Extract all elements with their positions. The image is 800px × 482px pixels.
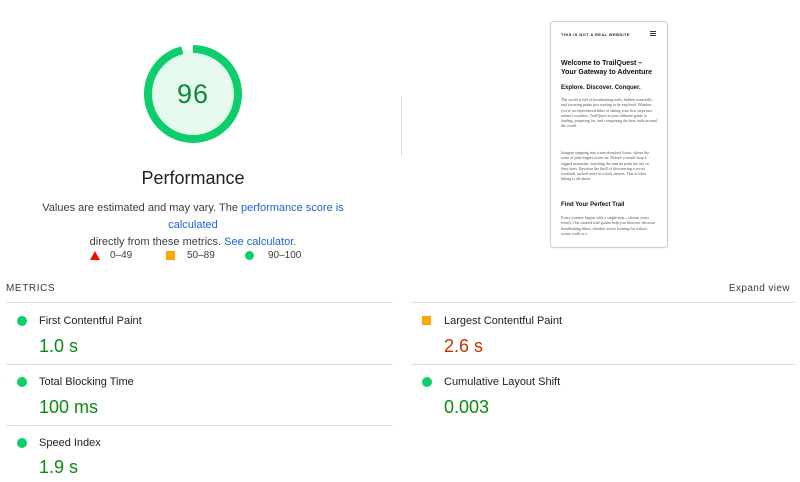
pass-circle-icon <box>17 377 27 387</box>
screenshot-section-title: Find Your Perfect Trail <box>561 202 625 208</box>
screenshot-subheading: Explore. Discover. Conquer. <box>561 85 641 91</box>
divider <box>401 96 402 156</box>
legend-pass: 90–100 <box>245 250 301 261</box>
metric-name-si: Speed Index <box>39 437 101 449</box>
screenshot-paragraph-1: The world is full of breathtaking trails… <box>561 97 657 129</box>
pass-circle-icon <box>17 438 27 448</box>
legend-average-range: 50–89 <box>187 250 215 261</box>
circle-icon <box>245 251 254 260</box>
triangle-icon <box>90 251 100 260</box>
screenshot-heading: Welcome to TrailQuest – Your Gateway to … <box>561 60 653 76</box>
expand-view-toggle[interactable]: Expand view <box>700 283 790 294</box>
screenshot-paragraph-2: Imagine stepping into a sun-drenched for… <box>561 150 649 182</box>
legend-fail-range: 0–49 <box>110 250 133 261</box>
metric-value-tbt: 100 ms <box>39 397 99 417</box>
description-text-2: directly from these metrics. <box>89 236 225 248</box>
metric-divider <box>411 364 795 365</box>
performance-score: 96 <box>176 78 210 109</box>
performance-description: Values are estimated and may vary. The p… <box>20 200 366 251</box>
metric-name-lcp: Largest Contentful Paint <box>444 315 563 327</box>
square-icon <box>166 251 175 260</box>
legend-pass-range: 90–100 <box>268 250 302 261</box>
see-calculator-link[interactable]: See calculator. <box>224 236 296 248</box>
metric-name-tbt: Total Blocking Time <box>39 376 134 388</box>
metric-divider <box>6 364 393 365</box>
site-label: THIS IS NOT A REAL WEBSITE <box>561 32 630 37</box>
metric-name-cls: Cumulative Layout Shift <box>444 376 561 388</box>
final-screenshot[interactable]: THIS IS NOT A REAL WEBSITE Welcome to Tr… <box>550 21 668 248</box>
pass-circle-icon <box>422 377 432 387</box>
metric-divider <box>6 425 393 426</box>
metric-divider <box>411 302 795 303</box>
hamburger-menu-icon <box>650 31 656 37</box>
metric-value-fcp: 1.0 s <box>39 336 79 356</box>
performance-title: Performance <box>141 168 245 188</box>
metric-divider <box>6 302 393 303</box>
metric-value-cls: 0.003 <box>444 397 490 417</box>
legend-fail: 0–49 <box>90 250 132 261</box>
legend-average: 50–89 <box>166 250 215 261</box>
metric-value-si: 1.9 s <box>39 457 79 477</box>
performance-gauge: 96 <box>143 44 243 144</box>
metric-name-fcp: First Contentful Paint <box>39 315 142 327</box>
screenshot-paragraph-3: Every journey begins with a single step—… <box>561 215 656 236</box>
metrics-header: METRICS <box>6 283 56 294</box>
metric-value-lcp: 2.6 s <box>444 336 484 356</box>
pass-circle-icon <box>17 316 27 326</box>
description-text: Values are estimated and may vary. The <box>42 202 241 214</box>
average-square-icon <box>422 316 431 325</box>
